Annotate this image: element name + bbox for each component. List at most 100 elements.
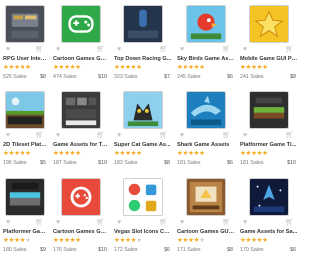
heart-icon[interactable]: ♥ xyxy=(6,132,10,140)
product-card[interactable]: ♥ 🛒︎ Shark Game Assets ★★★★★ 181 Sales $6 xyxy=(174,86,237,173)
cartoon-gui-2-thumbnail[interactable] xyxy=(60,178,101,216)
vegas-slot-thumbnail[interactable] xyxy=(122,178,163,216)
space-assets-thumbnail[interactable] xyxy=(248,178,289,216)
product-card[interactable]: ♥ 🛒︎ Cartoon Games GUI ... ★★★★★ 176 Sales $1… xyxy=(50,173,111,260)
product-card[interactable]: ♥ 🛒︎ Cartoon Games GUI ... ★★★★★ 171 Sales $8 xyxy=(174,173,237,260)
product-title[interactable]: Vegas Slot Icons Col... xyxy=(114,229,172,235)
cart-icon[interactable]: 🛒︎ xyxy=(96,46,105,54)
cart-icon[interactable]: 🛒︎ xyxy=(159,46,168,54)
card-actions: ♥ 🛒︎ xyxy=(111,132,174,140)
product-card[interactable]: ♥ 🛒︎ Sky Birds Game Ass... ★★★★★ 245 Sales $6 xyxy=(174,0,237,86)
price: $8 xyxy=(227,247,233,253)
cart-icon[interactable]: 🛒︎ xyxy=(35,46,44,54)
product-title[interactable]: Mobile Game GUI Pa... xyxy=(240,56,298,62)
product-title[interactable]: Cartoon Games GUI ... xyxy=(177,229,235,235)
heart-icon[interactable]: ♥ xyxy=(117,132,121,140)
card-actions: ♥ 🛒︎ xyxy=(0,46,50,54)
heart-icon[interactable]: ♥ xyxy=(243,132,247,140)
cart-icon[interactable]: 🛒︎ xyxy=(96,132,105,140)
product-card[interactable]: ♥ 🛒︎ Mobile Game GUI Pa... ★★★★★ 241 Sales $8 xyxy=(237,0,300,86)
star-icon: ★ xyxy=(25,64,31,71)
cart-icon[interactable]: 🛒︎ xyxy=(159,132,168,140)
product-title[interactable]: Shark Game Assets xyxy=(177,142,235,148)
cart-icon[interactable]: 🛒︎ xyxy=(35,132,44,140)
star-icon: ★ xyxy=(25,237,31,244)
star-rating: ★★★★★ xyxy=(53,64,111,72)
product-title[interactable]: Sky Birds Game Ass... xyxy=(177,56,235,62)
card-actions: ♥ 🛒︎ xyxy=(111,46,174,54)
product-title[interactable]: Cartoon Games GUI ... xyxy=(53,56,109,62)
product-card[interactable]: ♥ 🛒︎ RPG User Interface ★★★★★ 525 Sales $8 xyxy=(0,0,50,86)
product-card[interactable]: ♥ 🛒︎ Super Cat Game As... ★★★★★ 183 Sales $8 xyxy=(111,86,174,173)
sales-count: 196 Sales xyxy=(3,160,27,166)
sales-count: 176 Sales xyxy=(53,247,77,253)
product-title[interactable]: Cartoon Games GUI ... xyxy=(53,229,109,235)
heart-icon[interactable]: ♥ xyxy=(6,219,10,227)
shark-assets-thumbnail[interactable] xyxy=(185,91,226,129)
product-title[interactable]: 2D Tileset Platforme... xyxy=(3,142,48,148)
heart-icon[interactable]: ♥ xyxy=(243,219,247,227)
sales-count: 170 Sales xyxy=(240,247,264,253)
2d-tileset-thumbnail[interactable] xyxy=(5,91,45,129)
sky-birds-thumbnail[interactable] xyxy=(185,5,226,43)
star-icon: ★ xyxy=(199,64,205,71)
mobile-gui-thumbnail[interactable] xyxy=(248,5,289,43)
product-title[interactable]: Top Down Racing G... xyxy=(114,56,172,62)
star-rating: ★★★★★ xyxy=(114,64,174,72)
product-title[interactable]: Platformer Game Til... xyxy=(3,229,48,235)
product-card[interactable]: ♥ 🛒︎ Top Down Racing G... ★★★★★ 323 Sales $7 xyxy=(111,0,174,86)
star-icon: ★ xyxy=(199,150,205,157)
heart-icon[interactable]: ♥ xyxy=(180,219,184,227)
cartoon-gui-thumbnail[interactable] xyxy=(60,5,101,43)
sales-count: 241 Sales xyxy=(240,74,264,80)
card-footer: 171 Sales $8 xyxy=(177,247,233,253)
product-title[interactable]: Game Assets for Sa... xyxy=(240,229,298,235)
heart-icon[interactable]: ♥ xyxy=(56,219,60,227)
product-card[interactable]: ♥ 🛒︎ Platformer Game Til... ★★★★★ 180 Sales $… xyxy=(0,173,50,260)
star-rating: ★★★★★ xyxy=(114,150,174,158)
cart-icon[interactable]: 🛒︎ xyxy=(35,219,44,227)
product-title[interactable]: Platformer Game Ti... xyxy=(240,142,298,148)
heart-icon[interactable]: ♥ xyxy=(180,46,184,54)
cart-icon[interactable]: 🛒︎ xyxy=(285,219,294,227)
product-card[interactable]: ♥ 🛒︎ 2D Tileset Platforme... ★★★★★ 196 Sales… xyxy=(0,86,50,173)
sales-count: 181 Sales xyxy=(177,160,201,166)
product-title[interactable]: Game Assets for Ta... xyxy=(53,142,109,148)
product-card[interactable]: ♥ 🛒︎ Vegas Slot Icons Col... ★★★★★ 172 Sales… xyxy=(111,173,174,260)
cart-icon[interactable]: 🛒︎ xyxy=(222,219,231,227)
rpg-ui-thumbnail[interactable] xyxy=(5,5,45,43)
cart-icon[interactable]: 🛒︎ xyxy=(96,219,105,227)
platformer-tiles-thumbnail[interactable] xyxy=(248,91,289,129)
cart-icon[interactable]: 🛒︎ xyxy=(159,219,168,227)
heart-icon[interactable]: ♥ xyxy=(56,132,60,140)
cart-icon[interactable]: 🛒︎ xyxy=(285,132,294,140)
star-icon: ★ xyxy=(199,237,205,244)
super-cat-thumbnail[interactable] xyxy=(122,91,163,129)
price: $8 xyxy=(164,160,170,166)
heart-icon[interactable]: ♥ xyxy=(117,46,121,54)
product-card[interactable]: ♥ 🛒︎ Platformer Game Ti... ★★★★★ 181 Sales $1… xyxy=(237,86,300,173)
product-card[interactable]: ♥ 🛒︎ Cartoon Games GUI ... ★★★★★ 474 Sales $1… xyxy=(50,0,111,86)
price: $10 xyxy=(287,160,296,166)
price: $8 xyxy=(290,74,296,80)
product-card[interactable]: ♥ 🛒︎ Game Assets for Ta... ★★★★★ 187 Sales $1… xyxy=(50,86,111,173)
tanks-assets-thumbnail[interactable] xyxy=(60,91,101,129)
cartoon-gui-3-thumbnail[interactable] xyxy=(185,178,226,216)
cart-icon[interactable]: 🛒︎ xyxy=(222,132,231,140)
heart-icon[interactable]: ♥ xyxy=(6,46,10,54)
cart-icon[interactable]: 🛒︎ xyxy=(285,46,294,54)
product-title[interactable]: Super Cat Game As... xyxy=(114,142,172,148)
card-footer: 183 Sales $8 xyxy=(114,160,170,166)
cart-icon[interactable]: 🛒︎ xyxy=(222,46,231,54)
heart-icon[interactable]: ♥ xyxy=(243,46,247,54)
card-footer: 180 Sales $9 xyxy=(3,247,46,253)
platformer-tiles-2-thumbnail[interactable] xyxy=(5,178,45,216)
price: $7 xyxy=(164,74,170,80)
product-title[interactable]: RPG User Interface xyxy=(3,56,48,62)
product-grid: ♥🛒︎RPG User Interface★★★★★525 Sales$8♥🛒︎… xyxy=(0,0,300,260)
heart-icon[interactable]: ♥ xyxy=(56,46,60,54)
heart-icon[interactable]: ♥ xyxy=(180,132,184,140)
product-card[interactable]: ♥ 🛒︎ Game Assets for Sa... ★★★★★ 170 Sales $6 xyxy=(237,173,300,260)
racing-kit-thumbnail[interactable] xyxy=(122,5,163,43)
heart-icon[interactable]: ♥ xyxy=(117,219,121,227)
